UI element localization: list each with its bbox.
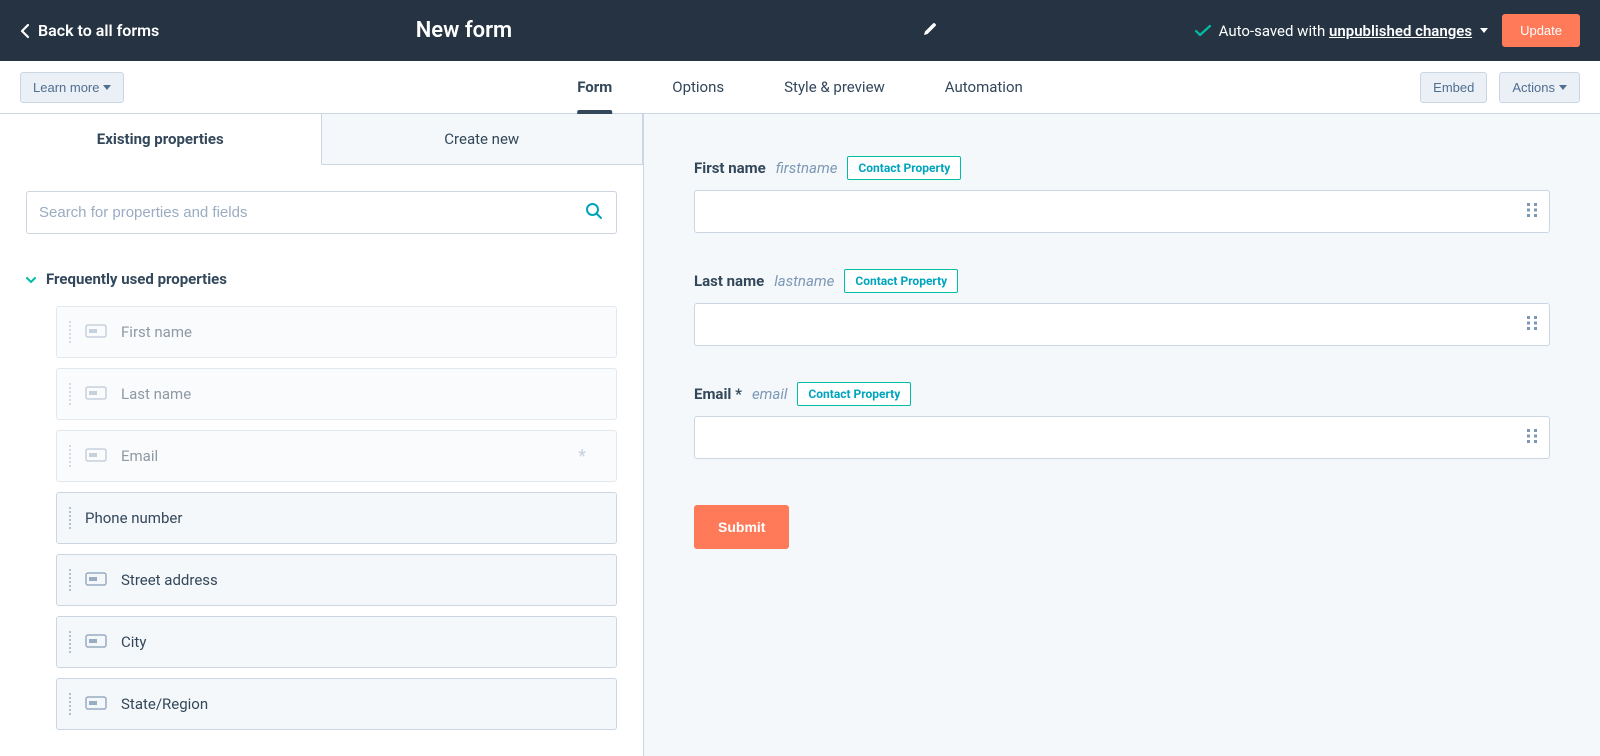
- field-input-wrap: [694, 190, 1550, 233]
- property-item[interactable]: City: [56, 616, 617, 668]
- text-field-icon: [85, 447, 107, 466]
- frequently-used-label: Frequently used properties: [46, 270, 227, 288]
- property-item[interactable]: Phone number: [56, 492, 617, 544]
- field-input-wrap: [694, 416, 1550, 459]
- check-icon: [1195, 25, 1211, 37]
- form-canvas: First namefirstnameContact PropertyLast …: [644, 114, 1600, 756]
- search-wrap: [26, 191, 617, 234]
- caret-down-icon: [1559, 85, 1567, 90]
- field-title: Email *: [694, 385, 742, 403]
- learn-more-label: Learn more: [33, 80, 99, 95]
- field-input-wrap: [694, 303, 1550, 346]
- tab-style-preview[interactable]: Style & preview: [784, 61, 885, 113]
- field-input[interactable]: [694, 190, 1550, 233]
- drag-handle-icon[interactable]: [1526, 202, 1538, 222]
- property-label: Email: [121, 447, 158, 465]
- topbar-right: Auto-saved with unpublished changes Upda…: [1195, 14, 1580, 47]
- contact-property-badge: Contact Property: [797, 382, 911, 406]
- property-item[interactable]: First name: [56, 306, 617, 358]
- field-input[interactable]: [694, 416, 1550, 459]
- sidebar-tab-create-new[interactable]: Create new: [322, 114, 644, 164]
- property-label: State/Region: [121, 695, 208, 713]
- autosave-status[interactable]: Auto-saved with unpublished changes: [1195, 22, 1488, 40]
- field-internal-name: email: [752, 385, 787, 403]
- field-header: First name firstname Contact Property: [694, 156, 1550, 180]
- property-list: First name Last name Email * Phone number Str…: [26, 306, 617, 730]
- sidebar-inner: Frequently used properties First name Las…: [0, 165, 643, 756]
- autosave-link-text: unpublished changes: [1329, 22, 1472, 40]
- contact-property-badge: Contact Property: [847, 156, 961, 180]
- pencil-icon: [922, 21, 938, 37]
- back-to-all-forms-link[interactable]: Back to all forms: [20, 21, 159, 40]
- form-field: Last name lastname Contact Property: [694, 269, 1550, 346]
- property-label: Last name: [121, 385, 191, 403]
- sidebar: Existing properties Create new Frequentl…: [0, 114, 644, 756]
- caret-down-icon: [103, 85, 111, 90]
- autosave-prefix: Auto-saved with: [1219, 22, 1329, 40]
- drag-dots-icon: [69, 383, 71, 405]
- learn-more-button[interactable]: Learn more: [20, 72, 124, 103]
- contact-property-badge: Contact Property: [844, 269, 958, 293]
- embed-button[interactable]: Embed: [1420, 72, 1487, 103]
- form-field: Email * email Contact Property: [694, 382, 1550, 459]
- field-header: Email * email Contact Property: [694, 382, 1550, 406]
- sidebar-tabs: Existing properties Create new: [0, 114, 643, 165]
- edit-title-button[interactable]: [922, 21, 938, 41]
- property-item[interactable]: Email *: [56, 430, 617, 482]
- field-internal-name: lastname: [774, 272, 834, 290]
- property-item[interactable]: Street address: [56, 554, 617, 606]
- field-title: Last name: [694, 272, 764, 290]
- form-title: New form: [416, 18, 512, 43]
- text-field-icon: [85, 695, 107, 714]
- update-button[interactable]: Update: [1502, 14, 1580, 47]
- sidebar-tab-existing-properties[interactable]: Existing properties: [0, 114, 322, 165]
- tab-form[interactable]: Form: [577, 61, 612, 113]
- drag-dots-icon: [69, 507, 71, 529]
- secondbar-right: Embed Actions: [1420, 72, 1580, 103]
- text-field-icon: [85, 571, 107, 590]
- required-star-icon: *: [578, 446, 586, 467]
- drag-dots-icon: [69, 631, 71, 653]
- actions-button[interactable]: Actions: [1499, 72, 1580, 103]
- form-field: First name firstname Contact Property: [694, 156, 1550, 233]
- drag-handle-icon[interactable]: [1526, 315, 1538, 335]
- actions-label: Actions: [1512, 80, 1555, 95]
- tab-options[interactable]: Options: [672, 61, 724, 113]
- property-label: City: [121, 633, 146, 651]
- property-label: Street address: [121, 571, 218, 589]
- property-label: Phone number: [85, 509, 182, 527]
- drag-dots-icon: [69, 321, 71, 343]
- field-internal-name: firstname: [776, 159, 838, 177]
- drag-dots-icon: [69, 445, 71, 467]
- search-input[interactable]: [26, 191, 617, 234]
- text-field-icon: [85, 385, 107, 404]
- submit-button[interactable]: Submit: [694, 505, 789, 549]
- tab-automation[interactable]: Automation: [945, 61, 1023, 113]
- property-item[interactable]: Last name: [56, 368, 617, 420]
- field-input[interactable]: [694, 303, 1550, 346]
- property-item[interactable]: State/Region: [56, 678, 617, 730]
- search-icon[interactable]: [585, 202, 603, 224]
- field-title: First name: [694, 159, 766, 177]
- caret-down-icon: [26, 270, 36, 288]
- topbar-center: New form: [159, 18, 1194, 43]
- topbar: Back to all forms New form Auto-saved wi…: [0, 0, 1600, 61]
- drag-handle-icon[interactable]: [1526, 428, 1538, 448]
- chevron-left-icon: [20, 23, 30, 39]
- drag-dots-icon: [69, 569, 71, 591]
- text-field-icon: [85, 633, 107, 652]
- content: Existing properties Create new Frequentl…: [0, 114, 1600, 756]
- caret-down-icon: [1480, 28, 1488, 33]
- field-header: Last name lastname Contact Property: [694, 269, 1550, 293]
- secondbar: Learn more Form Options Style & preview …: [0, 61, 1600, 114]
- property-label: First name: [121, 323, 192, 341]
- back-label: Back to all forms: [38, 21, 159, 40]
- drag-dots-icon: [69, 693, 71, 715]
- frequently-used-toggle[interactable]: Frequently used properties: [26, 270, 617, 288]
- text-field-icon: [85, 323, 107, 342]
- main-tabs: Form Options Style & preview Automation: [577, 61, 1023, 113]
